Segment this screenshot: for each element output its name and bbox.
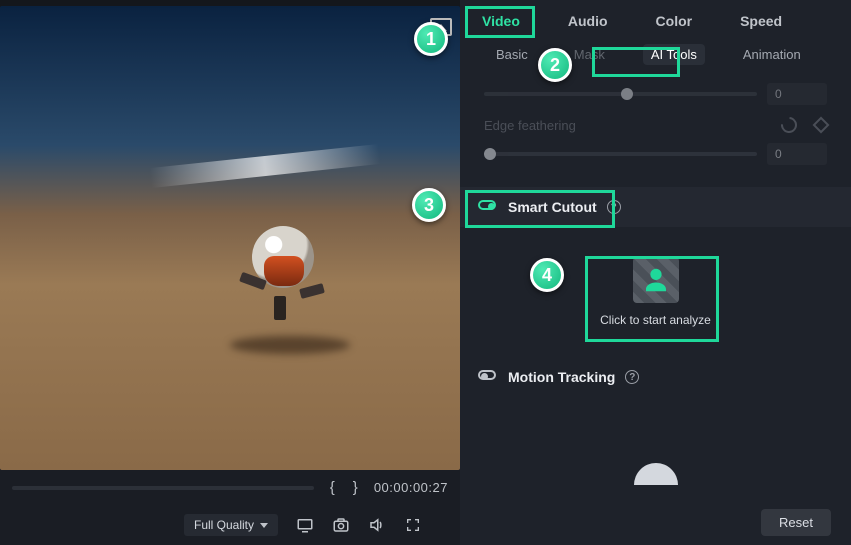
callout-4: 4 (530, 258, 564, 292)
smart-cutout-title: Smart Cutout (508, 199, 597, 215)
timeline-scrubber[interactable] (12, 486, 314, 490)
subtab-animation[interactable]: Animation (735, 44, 809, 65)
callout-2: 2 (538, 48, 572, 82)
motion-tracking-title: Motion Tracking (508, 369, 615, 385)
tab-audio[interactable]: Audio (564, 10, 612, 32)
upper-slider-value[interactable]: 0 (767, 83, 827, 105)
subtab-ai-tools[interactable]: AI Tools (643, 44, 705, 65)
edge-feathering-slider[interactable] (484, 152, 757, 156)
motion-tracking-area (460, 397, 851, 487)
display-icon[interactable] (296, 516, 314, 534)
smart-cutout-toggle[interactable] (478, 200, 498, 214)
help-icon[interactable]: ? (625, 370, 639, 384)
tracking-placeholder-icon (634, 463, 678, 485)
tab-speed[interactable]: Speed (736, 10, 786, 32)
smart-cutout-header[interactable]: Smart Cutout ? (460, 187, 851, 227)
video-preview[interactable] (0, 6, 460, 470)
subtab-basic[interactable]: Basic (488, 44, 536, 65)
edge-feathering-value[interactable]: 0 (767, 143, 827, 165)
subtab-mask[interactable]: Mask (566, 44, 613, 65)
reset-button[interactable]: Reset (761, 509, 831, 536)
camera-icon[interactable] (332, 516, 350, 534)
quality-dropdown[interactable]: Full Quality (184, 514, 278, 536)
reset-icon[interactable] (778, 114, 801, 137)
tab-color[interactable]: Color (652, 10, 697, 32)
fullscreen-icon[interactable] (404, 516, 422, 534)
callout-1: 1 (414, 22, 448, 56)
motion-tracking-toggle[interactable] (478, 370, 498, 384)
chevron-down-icon (260, 523, 268, 528)
mark-in-button[interactable]: { (330, 479, 335, 496)
edge-feathering-label: Edge feathering (484, 118, 576, 133)
mark-out-button[interactable]: } (353, 479, 358, 496)
timecode-display: 00:00:00:27 (374, 480, 448, 495)
help-icon[interactable]: ? (607, 200, 621, 214)
person-icon (641, 265, 671, 295)
keyframe-icon[interactable] (813, 117, 830, 134)
analyze-label: Click to start analyze (600, 313, 711, 327)
start-analyze-button[interactable] (633, 257, 679, 303)
motion-tracking-header[interactable]: Motion Tracking ? (460, 357, 851, 397)
callout-3: 3 (412, 188, 446, 222)
volume-icon[interactable] (368, 516, 386, 534)
upper-slider[interactable] (484, 92, 757, 96)
quality-label: Full Quality (194, 518, 254, 532)
tab-video[interactable]: Video (478, 10, 524, 32)
